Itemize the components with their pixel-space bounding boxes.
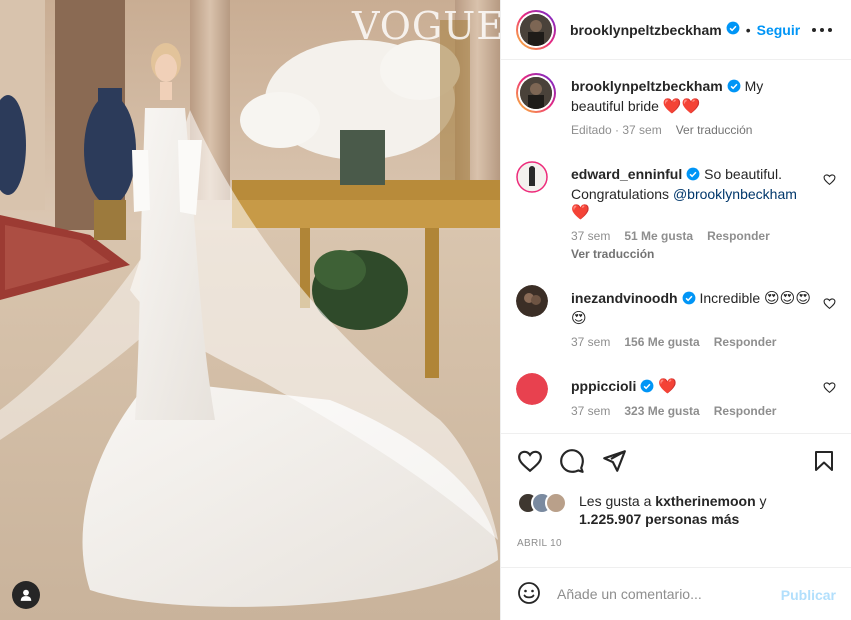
user-tag-icon[interactable]	[12, 581, 40, 609]
commenter-avatar[interactable]	[516, 285, 548, 320]
comment-row: edward_enninful So beautiful. Congratula…	[516, 161, 836, 271]
comment-emoji: ❤️	[658, 378, 677, 395]
comment-like-heart-icon[interactable]	[823, 381, 836, 397]
comment-body: pppiccioli ❤️ 37 sem 323 Me gusta Responde…	[571, 377, 816, 419]
instagram-post-view: VOGUE brooklynpeltzbeckham • Seguir broo…	[0, 0, 851, 620]
follow-button[interactable]: Seguir	[757, 22, 801, 38]
comment-like-heart-icon[interactable]	[823, 173, 836, 189]
add-comment-bar: Publicar	[501, 567, 851, 620]
comment-username[interactable]: pppiccioli	[571, 378, 636, 394]
likers-avatars[interactable]	[517, 492, 575, 516]
publish-button[interactable]: Publicar	[781, 587, 836, 603]
comment-reply-button[interactable]: Responder	[714, 335, 777, 349]
author-avatar[interactable]	[516, 9, 556, 50]
verified-badge-icon	[726, 21, 740, 38]
caption-emoji: ❤️❤️	[662, 98, 701, 115]
comments-list: brooklynpeltzbeckham My beautiful bride …	[501, 61, 851, 431]
post-date[interactable]: ABRIL 10	[517, 538, 562, 549]
commenter-avatar[interactable]	[516, 161, 548, 196]
comment-row: pppiccioli ❤️ 37 sem 323 Me gusta Responde…	[516, 373, 836, 429]
comment-translate-link[interactable]: Ver traducción	[571, 246, 816, 262]
comment-meta: 37 sem 51 Me gusta Responder Ver traducció…	[571, 228, 816, 262]
comment-emoji: ❤️	[571, 204, 590, 221]
emoji-icon[interactable]	[517, 581, 541, 608]
likes-prefix: Les gusta a	[579, 493, 656, 509]
comment-like-heart-icon[interactable]	[823, 297, 836, 313]
comment-meta: 37 sem 156 Me gusta Responder	[571, 334, 816, 350]
comment-reply-button[interactable]: Responder	[714, 404, 777, 418]
likes-count[interactable]: 1.225.907 personas más	[579, 511, 739, 527]
post-side-panel: brooklynpeltzbeckham • Seguir brooklynpe…	[500, 0, 851, 620]
post-photo[interactable]: VOGUE	[0, 0, 500, 620]
comment-mention-link[interactable]: @brooklynbeckham	[673, 186, 797, 202]
caption-row: brooklynpeltzbeckham My beautiful bride …	[516, 73, 836, 143]
send-icon[interactable]	[601, 448, 627, 477]
likes-text: Les gusta a kxtherinemoon y 1.225.907 pe…	[579, 492, 839, 528]
liker-username[interactable]: kxtherinemoon	[655, 493, 755, 509]
comment-likes-count[interactable]: 51 Me gusta	[624, 229, 693, 243]
comment-text: Incredible	[699, 290, 761, 306]
caption-body: brooklynpeltzbeckham My beautiful bride …	[571, 77, 816, 138]
caption-translate-link[interactable]: Ver traducción	[676, 123, 753, 137]
post-header: brooklynpeltzbeckham • Seguir	[501, 0, 851, 60]
comment-body: inezandvinoodh Incredible 😍😍😍😍 37 sem 156…	[571, 289, 816, 350]
verified-badge-icon	[727, 79, 741, 97]
vogue-logo: VOGUE	[352, 4, 500, 48]
separator-dot: •	[745, 21, 751, 38]
comment-time: 37 sem	[571, 229, 611, 243]
verified-badge-icon	[640, 379, 654, 397]
caption-avatar[interactable]	[516, 73, 556, 113]
comment-username[interactable]: edward_enninful	[571, 166, 682, 182]
heart-icon[interactable]	[517, 448, 543, 477]
comment-icon[interactable]	[559, 448, 585, 477]
commenter-avatar[interactable]	[516, 373, 548, 408]
author-username[interactable]: brooklynpeltzbeckham	[570, 22, 722, 38]
caption-username[interactable]: brooklynpeltzbeckham	[571, 78, 723, 94]
comment-body: edward_enninful So beautiful. Congratula…	[571, 165, 816, 262]
comment-username[interactable]: inezandvinoodh	[571, 290, 678, 306]
caption-edited: Editado · 37 sem	[571, 123, 662, 137]
comment-row: inezandvinoodh Incredible 😍😍😍😍 37 sem 156…	[516, 285, 836, 355]
comment-reply-button[interactable]: Responder	[707, 229, 770, 243]
verified-badge-icon	[686, 167, 700, 185]
comment-likes-count[interactable]: 323 Me gusta	[624, 404, 699, 418]
action-icons	[517, 448, 837, 476]
bookmark-icon[interactable]	[812, 448, 836, 477]
likes-connector: y	[755, 493, 767, 509]
caption-meta: Editado · 37 sem Ver traducción	[571, 122, 816, 138]
comment-likes-count[interactable]: 156 Me gusta	[624, 335, 699, 349]
comment-input[interactable]	[557, 586, 767, 602]
post-actions: Les gusta a kxtherinemoon y 1.225.907 pe…	[501, 433, 851, 573]
comment-time: 37 sem	[571, 335, 611, 349]
comment-meta: 37 sem 323 Me gusta Responder	[571, 403, 816, 419]
comment-time: 37 sem	[571, 404, 611, 418]
more-options-icon[interactable]	[812, 18, 832, 42]
wedding-photo-illustration	[0, 0, 500, 620]
verified-badge-icon	[682, 291, 696, 309]
